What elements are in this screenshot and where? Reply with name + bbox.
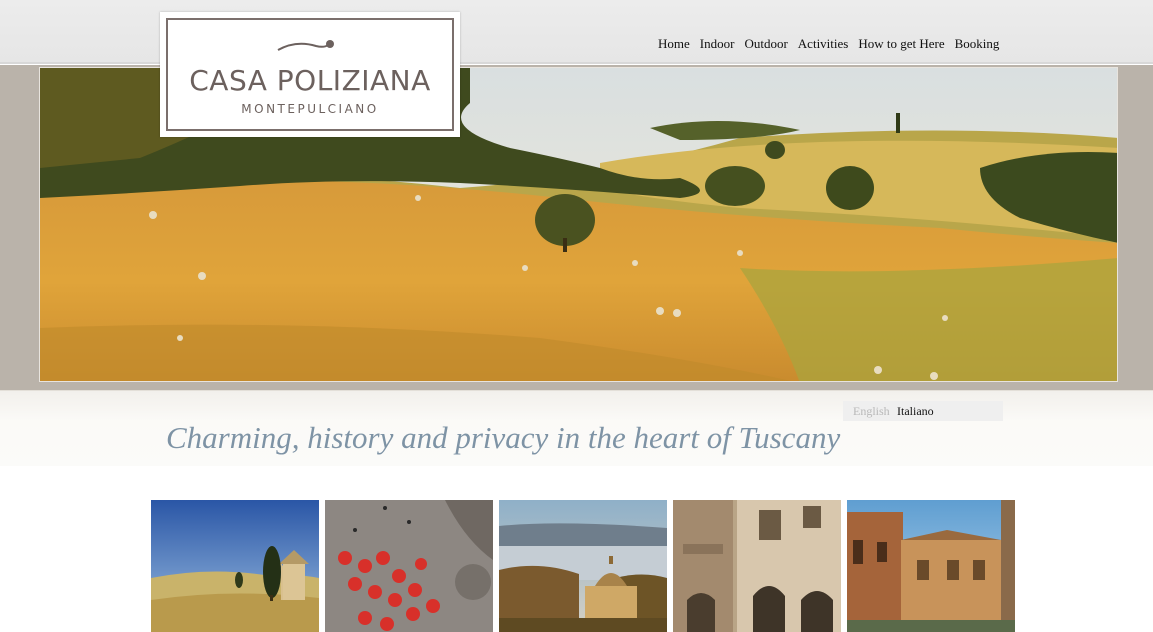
site-logo[interactable]: CASA POLIZIANA MONTEPULCIANO (160, 12, 460, 137)
language-switcher: English Italiano (843, 401, 1003, 421)
gallery-thumb-church-fog[interactable] (499, 500, 667, 632)
gallery-thumb-village[interactable] (847, 500, 1015, 632)
swoosh-icon (277, 40, 334, 51)
logo-name: CASA POLIZIANA (189, 64, 431, 97)
photo-gallery (151, 500, 1015, 632)
gallery-thumb-palazzo[interactable] (673, 500, 841, 632)
nav-home[interactable]: Home (653, 36, 695, 52)
gallery-thumb-chapel[interactable] (151, 500, 319, 632)
nav-indoor[interactable]: Indoor (695, 36, 740, 52)
nav-outdoor[interactable]: Outdoor (739, 36, 792, 52)
nav-activities[interactable]: Activities (793, 36, 854, 52)
lang-italiano[interactable]: Italiano (897, 404, 934, 419)
tagline: Charming, history and privacy in the hea… (166, 420, 841, 455)
nav-how-to-get-here[interactable]: How to get Here (853, 36, 949, 52)
gallery-thumb-piazza[interactable] (325, 500, 493, 632)
logo-frame: CASA POLIZIANA MONTEPULCIANO (166, 18, 454, 131)
logo-subtitle: MONTEPULCIANO (241, 102, 379, 116)
nav-booking[interactable]: Booking (950, 36, 1005, 52)
lang-english[interactable]: English (853, 404, 890, 419)
main-nav: Home Indoor Outdoor Activities How to ge… (653, 36, 1004, 52)
